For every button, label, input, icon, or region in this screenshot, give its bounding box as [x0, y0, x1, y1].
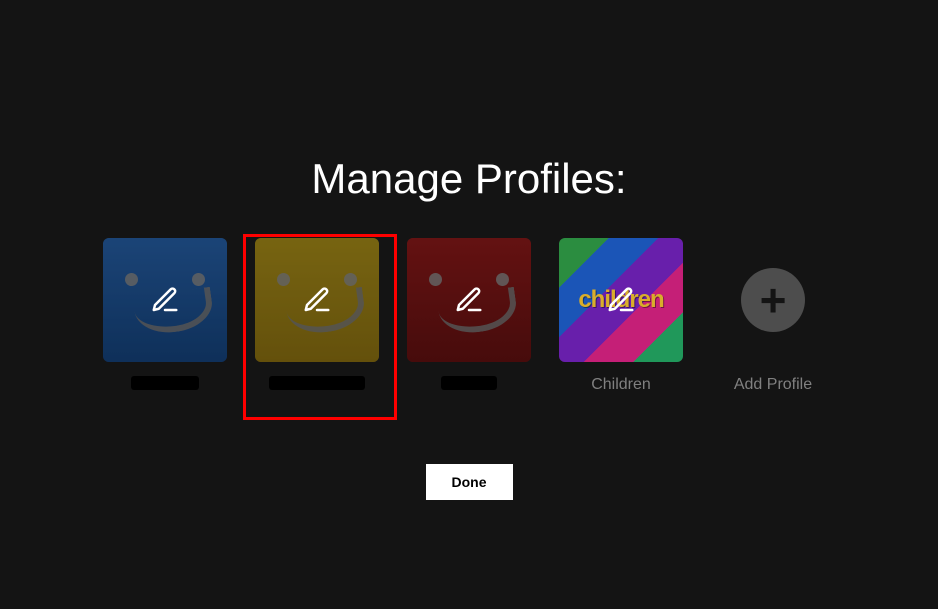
- pencil-icon: [150, 285, 180, 315]
- manage-profiles-screen: Manage Profiles:: [0, 0, 938, 609]
- profile-card[interactable]: [103, 238, 227, 390]
- profile-avatar: [407, 238, 531, 362]
- edit-overlay: [103, 238, 227, 362]
- add-profile-button[interactable]: + Add Profile: [711, 238, 835, 394]
- profile-card[interactable]: [407, 238, 531, 390]
- profile-name: [131, 376, 199, 390]
- profile-card[interactable]: [255, 238, 379, 390]
- profiles-row: children Children + Add Profile: [103, 238, 835, 394]
- page-title: Manage Profiles:: [311, 155, 626, 203]
- pencil-icon: [606, 285, 636, 315]
- profile-avatar: [255, 238, 379, 362]
- profile-name: [269, 376, 365, 390]
- add-profile-label: Add Profile: [734, 376, 812, 394]
- edit-overlay: [255, 238, 379, 362]
- profile-name: Children: [591, 376, 651, 394]
- edit-overlay: [559, 238, 683, 362]
- done-button[interactable]: Done: [426, 464, 513, 500]
- profile-name: [441, 376, 497, 390]
- add-circle: +: [741, 268, 805, 332]
- profile-avatar: [103, 238, 227, 362]
- profile-avatar: children: [559, 238, 683, 362]
- pencil-icon: [302, 285, 332, 315]
- profile-card-children[interactable]: children Children: [559, 238, 683, 394]
- edit-overlay: [407, 238, 531, 362]
- plus-icon: +: [760, 277, 787, 323]
- pencil-icon: [454, 285, 484, 315]
